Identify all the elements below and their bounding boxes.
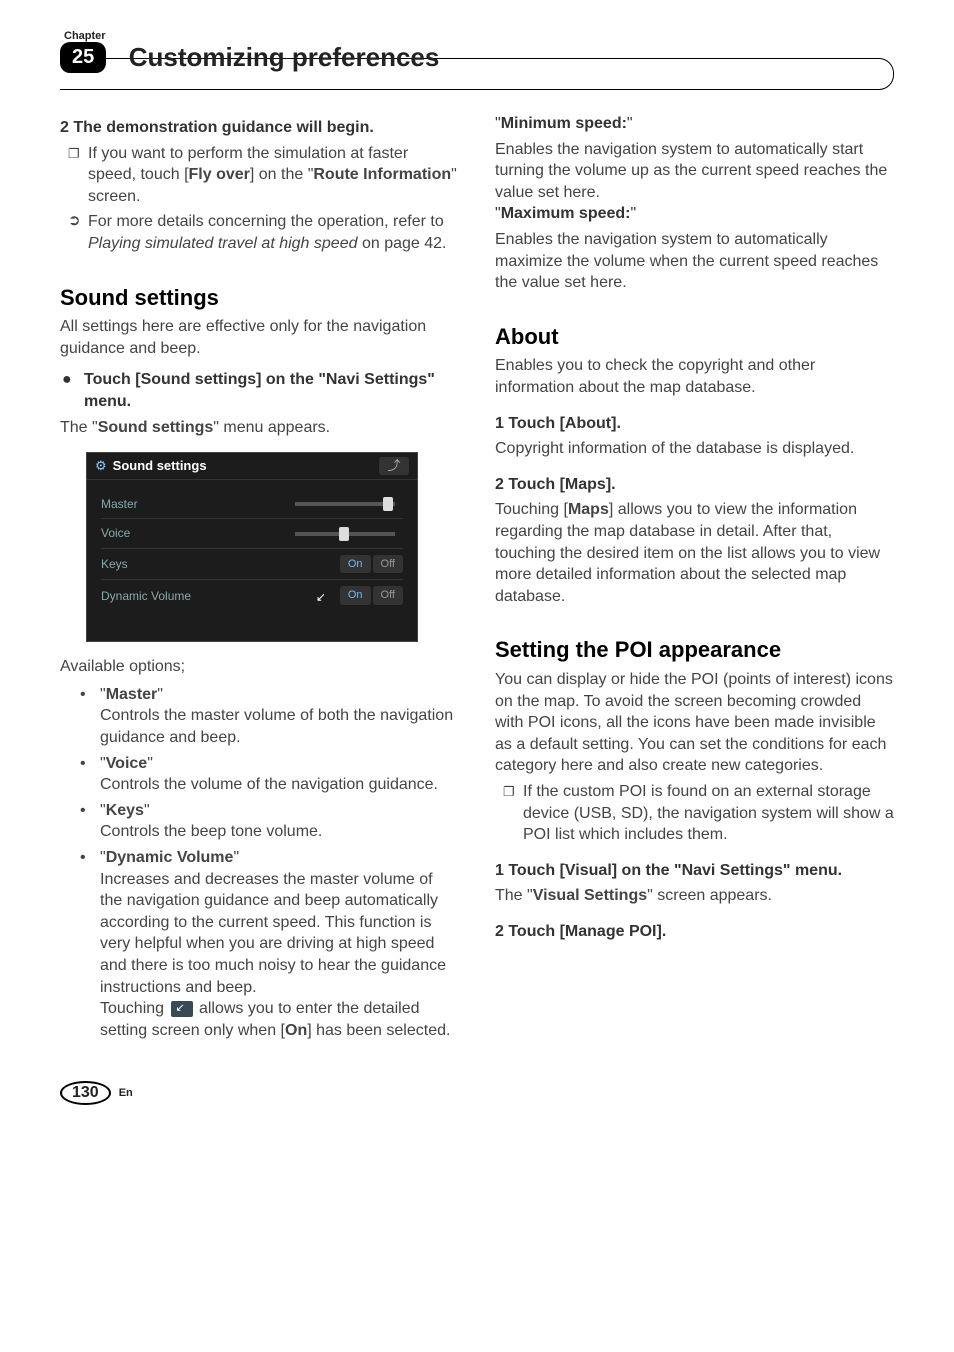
dynvol-off-button[interactable]: Off: [373, 586, 403, 605]
sound-settings-result: The "Sound settings" menu appears.: [60, 417, 459, 439]
row-master: Master: [101, 490, 403, 519]
option-dynamic-volume-extra: Touching allows you to enter the detaile…: [60, 998, 459, 1041]
sound-settings-heading: Sound settings: [60, 283, 459, 313]
about-heading: About: [495, 322, 894, 352]
poi-step-2: 2 Touch [Manage POI].: [495, 921, 894, 943]
row-voice: Voice: [101, 519, 403, 548]
settings-icon: ⚙: [95, 457, 107, 475]
sound-settings-intro: All settings here are effective only for…: [60, 316, 459, 359]
minimum-speed-block: "Minimum speed:": [495, 113, 894, 135]
page-footer: 130 En: [60, 1081, 894, 1105]
master-slider[interactable]: [295, 502, 395, 506]
dynvol-on-button[interactable]: On: [340, 586, 371, 605]
sound-settings-action: Touch [Sound settings] on the "Navi Sett…: [60, 369, 459, 412]
sound-settings-screenshot: ⚙ Sound settings ⤴ Master Voice: [86, 452, 418, 642]
chapter-number-badge: 25: [60, 42, 106, 73]
about-step-1-desc: Copyright information of the database is…: [495, 438, 894, 460]
row-keys: Keys On Off: [101, 549, 403, 581]
option-master-desc: Controls the master volume of both the n…: [60, 705, 459, 748]
keys-off-button[interactable]: Off: [373, 555, 403, 574]
poi-intro: You can display or hide the POI (points …: [495, 669, 894, 777]
screenshot-title: Sound settings: [113, 457, 207, 475]
about-step-1: 1 Touch [About].: [495, 413, 894, 435]
poi-step-1-desc: The "Visual Settings" screen appears.: [495, 885, 894, 907]
voice-slider[interactable]: [295, 532, 395, 536]
note-fly-over: If you want to perform the simulation at…: [60, 143, 459, 208]
dynamic-volume-icon[interactable]: ↙: [316, 589, 334, 603]
option-master: "Master": [60, 684, 459, 706]
keys-on-button[interactable]: On: [340, 555, 371, 574]
page-header: 25 Customizing preferences: [60, 42, 894, 73]
poi-note: If the custom POI is found on an externa…: [495, 781, 894, 846]
row-dynamic-volume: Dynamic Volume ↙ On Off: [101, 580, 403, 611]
option-voice-desc: Controls the volume of the navigation gu…: [60, 774, 459, 796]
back-button[interactable]: ⤴: [379, 457, 409, 475]
maximum-speed-block: "Maximum speed:": [495, 203, 894, 225]
about-step-2: 2 Touch [Maps].: [495, 474, 894, 496]
option-dynamic-volume-desc: Increases and decreases the master volum…: [60, 869, 459, 999]
available-options-label: Available options;: [60, 656, 459, 678]
about-intro: Enables you to check the copyright and o…: [495, 355, 894, 398]
maximum-speed-desc: Enables the navigation system to automat…: [495, 229, 894, 294]
chapter-title: Customizing preferences: [129, 42, 440, 73]
option-dynamic-volume: "Dynamic Volume": [60, 847, 459, 869]
note-more-details: For more details concerning the operatio…: [60, 211, 459, 254]
option-keys: "Keys": [60, 800, 459, 822]
page-language: En: [119, 1087, 133, 1099]
step-2-heading: 2 The demonstration guidance will begin.: [60, 117, 459, 139]
right-column: "Minimum speed:" Enables the navigation …: [495, 113, 894, 1041]
option-keys-desc: Controls the beep tone volume.: [60, 821, 459, 843]
page-number: 130: [60, 1081, 111, 1105]
about-step-2-desc: Touching [Maps] allows you to view the i…: [495, 499, 894, 607]
poi-heading: Setting the POI appearance: [495, 635, 894, 665]
poi-step-1: 1 Touch [Visual] on the "Navi Settings" …: [495, 860, 894, 882]
enter-detail-icon[interactable]: [171, 1001, 193, 1017]
left-column: 2 The demonstration guidance will begin.…: [60, 113, 459, 1041]
option-voice: "Voice": [60, 753, 459, 775]
chapter-label: Chapter: [64, 30, 894, 42]
minimum-speed-desc: Enables the navigation system to automat…: [495, 139, 894, 204]
